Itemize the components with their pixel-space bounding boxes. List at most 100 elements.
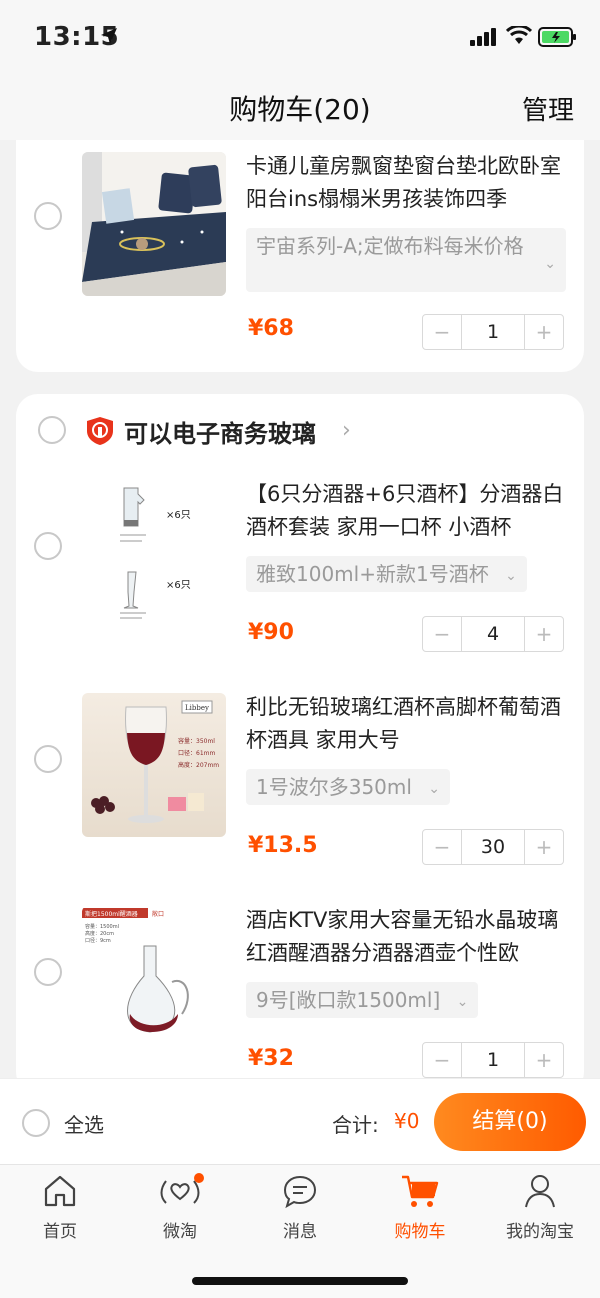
status-bar: 13:15 [0,0,600,72]
decanter-image: 斯把1500ml醒酒器 敞口 容量：1500ml 高度：20cm 口径：9cm [82,906,226,1050]
product-image[interactable]: 斯把1500ml醒酒器 敞口 容量：1500ml 高度：20cm 口径：9cm [82,906,226,1050]
tab-messages[interactable]: 消息 [240,1171,360,1251]
total-label: 合计: [332,1113,379,1137]
cart-card-previous-shop: 卡通儿童房飘窗垫窗台垫北欧卧室阳台ins榻榻米男孩装饰四季 宇宙系列-A;定做布… [16,140,584,372]
tab-my-taobao[interactable]: 我的淘宝 [480,1171,600,1251]
manage-button[interactable]: 管理 [522,90,574,127]
tab-home[interactable]: 首页 [0,1171,120,1251]
thumb-spec: 容量：350ml [178,737,215,745]
chat-icon [283,1175,317,1209]
cart-icon [402,1175,439,1207]
quantity-value[interactable]: 30 [461,830,525,864]
shop-badge-icon [87,417,113,445]
tab-label: 我的淘宝 [506,1222,574,1242]
increment-button[interactable]: + [525,617,563,651]
product-title[interactable]: 卡通儿童房飘窗垫窗台垫北欧卧室阳台ins榻榻米男孩装饰四季 [246,150,568,216]
product-title[interactable]: 酒店KTV家用大容量无铅水晶玻璃红酒醒酒器分酒器酒壶个性欧 [246,904,568,970]
quantity-value[interactable]: 1 [461,1043,525,1077]
item-checkbox[interactable] [34,202,62,230]
checkout-button[interactable]: 结算(0) [434,1093,586,1151]
wifi-icon [506,26,532,44]
chevron-down-icon: ⌄ [544,256,556,272]
product-title[interactable]: 利比无铅玻璃红酒杯高脚杯葡萄酒杯酒具 家用大号 [246,691,568,757]
product-image[interactable]: ×6只 ×6只 [82,480,226,624]
product-price: ¥13.5 [248,833,318,858]
quantity-stepper: − 30 + [422,829,564,865]
cart-card-shop: 可以电子商务玻璃 › ×6只 ×6只 【6只分酒器+6只酒杯】分酒器白酒杯套装 … [16,394,584,1094]
thumb-brand-label: Libbey [185,704,209,712]
user-icon [525,1175,555,1208]
shop-name[interactable]: 可以电子商务玻璃 [124,414,316,449]
checkout-bar: 全选 合计: ¥0 结算(0) [0,1078,600,1164]
thumb-spec: 高度：20cm [85,930,114,937]
increment-button[interactable]: + [525,1043,563,1077]
sku-label: 9号[敞口款1500ml] [256,988,441,1012]
increment-button[interactable]: + [525,830,563,864]
shop-checkbox[interactable] [38,416,66,444]
thumb-spec: 高度：207mm [178,761,219,769]
sku-label: 1号波尔多350ml [256,775,412,799]
location-arrow-icon [101,28,117,44]
quantity-stepper: − 1 + [422,1042,564,1078]
tab-label: 购物车 [394,1222,446,1242]
decanter-set-image: ×6只 ×6只 [82,480,226,624]
product-price: ¥68 [248,316,294,341]
chevron-down-icon: ⌄ [505,567,517,584]
cart-item: Libbey 容量：350ml 口径：61mm 高度：207mm 利比无铅玻璃红… [16,693,584,893]
select-all-checkbox[interactable] [22,1109,50,1137]
decrement-button[interactable]: − [423,315,461,349]
thumb-tag: 斯把1500ml醒酒器 [85,910,138,918]
product-image[interactable]: Libbey 容量：350ml 口径：61mm 高度：207mm [82,693,226,837]
tab-label: 消息 [283,1222,317,1242]
total-value: ¥0 [394,1109,420,1133]
sku-selector[interactable]: 雅致100ml+新款1号酒杯 ⌄ [246,556,527,592]
chevron-right-icon[interactable]: › [342,418,351,443]
quantity-stepper: − 1 + [422,314,564,350]
thumb-spec: 口径：9cm [85,937,111,944]
decrement-button[interactable]: − [423,830,461,864]
chevron-down-icon: ⌄ [456,993,469,1010]
thumb-quantity-label: ×6只 [166,510,191,521]
tab-cart[interactable]: 购物车 [360,1171,480,1251]
quantity-value[interactable]: 1 [461,315,525,349]
product-image[interactable] [82,152,226,296]
notification-dot [194,1173,204,1183]
thumb-tag-secondary: 敞口 [152,910,164,918]
quantity-value[interactable]: 4 [461,617,525,651]
tab-label: 首页 [43,1222,77,1242]
product-price: ¥32 [248,1046,294,1071]
decrement-button[interactable]: − [423,1043,461,1077]
item-checkbox[interactable] [34,958,62,986]
item-checkbox[interactable] [34,532,62,560]
sku-label: 宇宙系列-A;定做布料每米价格 [256,234,524,258]
increment-button[interactable]: + [525,315,563,349]
chevron-down-icon: ⌄ [428,780,441,797]
home-indicator[interactable] [192,1277,408,1285]
sku-selector[interactable]: 宇宙系列-A;定做布料每米价格 ⌄ [246,228,566,292]
thumb-spec: 容量：1500ml [85,923,119,930]
tab-weitao[interactable]: 微淘 [120,1171,240,1251]
select-all-label[interactable]: 全选 [64,1109,104,1138]
sku-selector[interactable]: 9号[敞口款1500ml] ⌄ [246,982,479,1018]
quantity-stepper: − 4 + [422,616,564,652]
tab-label: 微淘 [163,1222,197,1242]
cart-item: ×6只 ×6只 【6只分酒器+6只酒杯】分酒器白酒杯套装 家用一口杯 小酒杯 雅… [16,480,584,680]
cart-item: 斯把1500ml醒酒器 敞口 容量：1500ml 高度：20cm 口径：9cm … [16,906,584,1106]
cart-item: 卡通儿童房飘窗垫窗台垫北欧卧室阳台ins榻榻米男孩装饰四季 宇宙系列-A;定做布… [16,140,584,350]
bottom-tab-bar: 首页 微淘 消息 购物车 我的淘宝 [0,1164,600,1298]
product-title[interactable]: 【6只分酒器+6只酒杯】分酒器白酒杯套装 家用一口杯 小酒杯 [246,478,568,544]
shop-header[interactable]: 可以电子商务玻璃 › [16,394,584,464]
thumb-quantity-label: ×6只 [166,580,191,591]
page-title: 购物车(20) [229,93,371,126]
nav-header: 购物车(20) 管理 [0,72,600,140]
sku-selector[interactable]: 1号波尔多350ml ⌄ [246,769,451,805]
battery-icon [538,27,576,47]
cellular-signal-icon [470,28,496,46]
sku-label: 雅致100ml+新款1号酒杯 [256,562,489,586]
item-checkbox[interactable] [34,745,62,773]
product-price: ¥90 [248,620,294,645]
window-seat-cushion-image [82,152,226,296]
wine-glass-image: Libbey 容量：350ml 口径：61mm 高度：207mm [82,693,226,837]
decrement-button[interactable]: − [423,617,461,651]
home-icon [44,1175,76,1207]
